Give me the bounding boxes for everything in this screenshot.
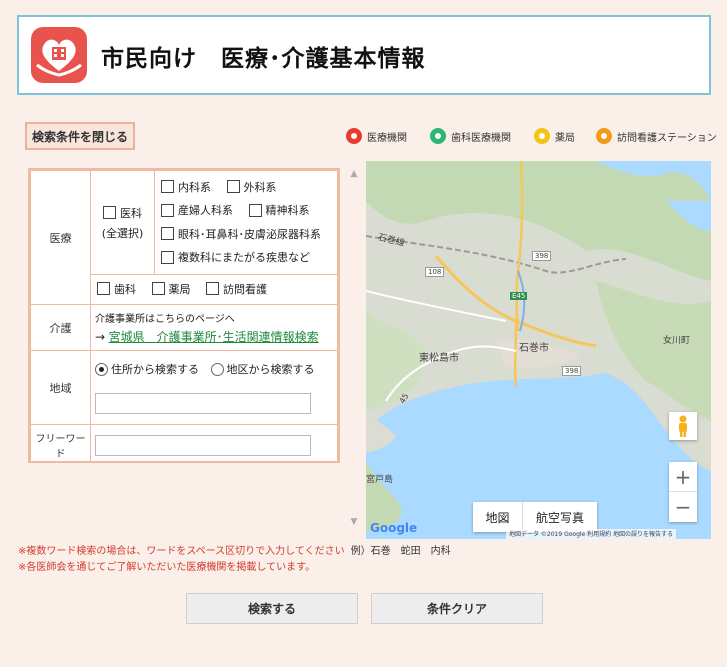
district-radio[interactable] xyxy=(210,362,224,376)
freeword-label: フリーワード xyxy=(30,424,91,461)
address-radio[interactable] xyxy=(95,362,108,376)
form-scrollbar[interactable]: ▲ ▼ xyxy=(346,163,362,533)
map-view[interactable]: 石巻線 108 398 E45 東松島市 石巻市 398 45 女川町 宮戸島 … xyxy=(366,161,711,539)
miyato-label: 宮戸島 xyxy=(366,475,394,485)
e45-label: E45 xyxy=(510,292,528,300)
search-button[interactable]: 検索する xyxy=(186,593,358,624)
internal-checkbox[interactable] xyxy=(161,180,174,193)
dental-checkbox[interactable] xyxy=(97,282,110,296)
orange-pin-icon xyxy=(596,128,612,144)
green-pin-icon xyxy=(430,128,446,144)
map-type-roadmap-button[interactable]: 地図 xyxy=(473,502,523,532)
legend-pharmacy: 薬局 xyxy=(534,128,575,144)
note-listing: ※各医師会を通じてご了解いただいた医療機関を掲載しています。 xyxy=(18,562,316,573)
medical-label: 医療 xyxy=(30,170,91,305)
address-input[interactable] xyxy=(95,392,311,414)
yellow-pin-icon xyxy=(534,128,550,144)
note-multiword: ※複数ワード検索の場合は、ワードをスペース区切りで入力してください 例）石巻 蛇田… xyxy=(18,546,451,557)
onagawa-label: 女川町 xyxy=(663,336,691,346)
search-form: 医療 医科 (全選択) 内科系 外科系 産婦人科系 精神科系 眼科･耳鼻科･皮膚… xyxy=(28,168,340,463)
zoom-control: + − xyxy=(669,462,697,522)
page-title: 市民向け 医療･介護基本情報 xyxy=(101,46,426,72)
legend-visiting-nurse: 訪問看護ステーション xyxy=(596,128,717,144)
header: 市民向け 医療･介護基本情報 xyxy=(17,15,711,95)
care-search-link[interactable]: 宮城県 介護事業所･生活関連情報検索 xyxy=(109,330,319,344)
higashimatsushima-label: 東松島市 xyxy=(419,353,459,364)
legend-medical: 医療機関 xyxy=(346,128,407,144)
close-search-button[interactable]: 検索条件を閉じる xyxy=(25,122,135,150)
scroll-up-icon[interactable]: ▲ xyxy=(346,167,362,181)
area-label: 地域 xyxy=(30,350,91,425)
legend-dental: 歯科医療機関 xyxy=(430,128,511,144)
route-398b-label: 398 xyxy=(562,366,582,376)
scroll-down-icon[interactable]: ▼ xyxy=(346,515,362,529)
medical-all-checkbox[interactable] xyxy=(103,206,116,219)
street-view-pegman-icon[interactable] xyxy=(669,412,697,440)
surgery-checkbox[interactable] xyxy=(226,180,240,193)
clear-button[interactable]: 条件クリア xyxy=(371,593,543,624)
map-attribution[interactable]: 地図データ ©2019 Google 利用規約 地図の誤りを報告する xyxy=(506,529,677,539)
route-108-label: 108 xyxy=(425,267,445,277)
psychiatry-checkbox[interactable] xyxy=(248,203,262,217)
route-398-label: 398 xyxy=(532,251,552,261)
zoom-in-button[interactable]: + xyxy=(669,462,697,492)
red-pin-icon xyxy=(346,128,362,144)
visiting-nurse-checkbox[interactable] xyxy=(206,282,219,296)
pharmacy-checkbox[interactable] xyxy=(151,282,165,296)
multi-department-checkbox[interactable] xyxy=(161,250,174,264)
obgyn-checkbox[interactable] xyxy=(161,203,174,217)
map-type-satellite-button[interactable]: 航空写真 xyxy=(523,502,597,532)
app-logo-icon xyxy=(31,27,87,83)
google-logo: Google xyxy=(370,521,418,535)
eye-ent-derm-checkbox[interactable] xyxy=(161,227,174,240)
zoom-out-button[interactable]: − xyxy=(669,492,697,522)
map-type-control: 地図 航空写真 xyxy=(473,502,597,532)
ishinomaki-label: 石巻市 xyxy=(519,343,549,354)
freeword-input[interactable] xyxy=(95,434,311,456)
care-label: 介護 xyxy=(30,304,91,351)
